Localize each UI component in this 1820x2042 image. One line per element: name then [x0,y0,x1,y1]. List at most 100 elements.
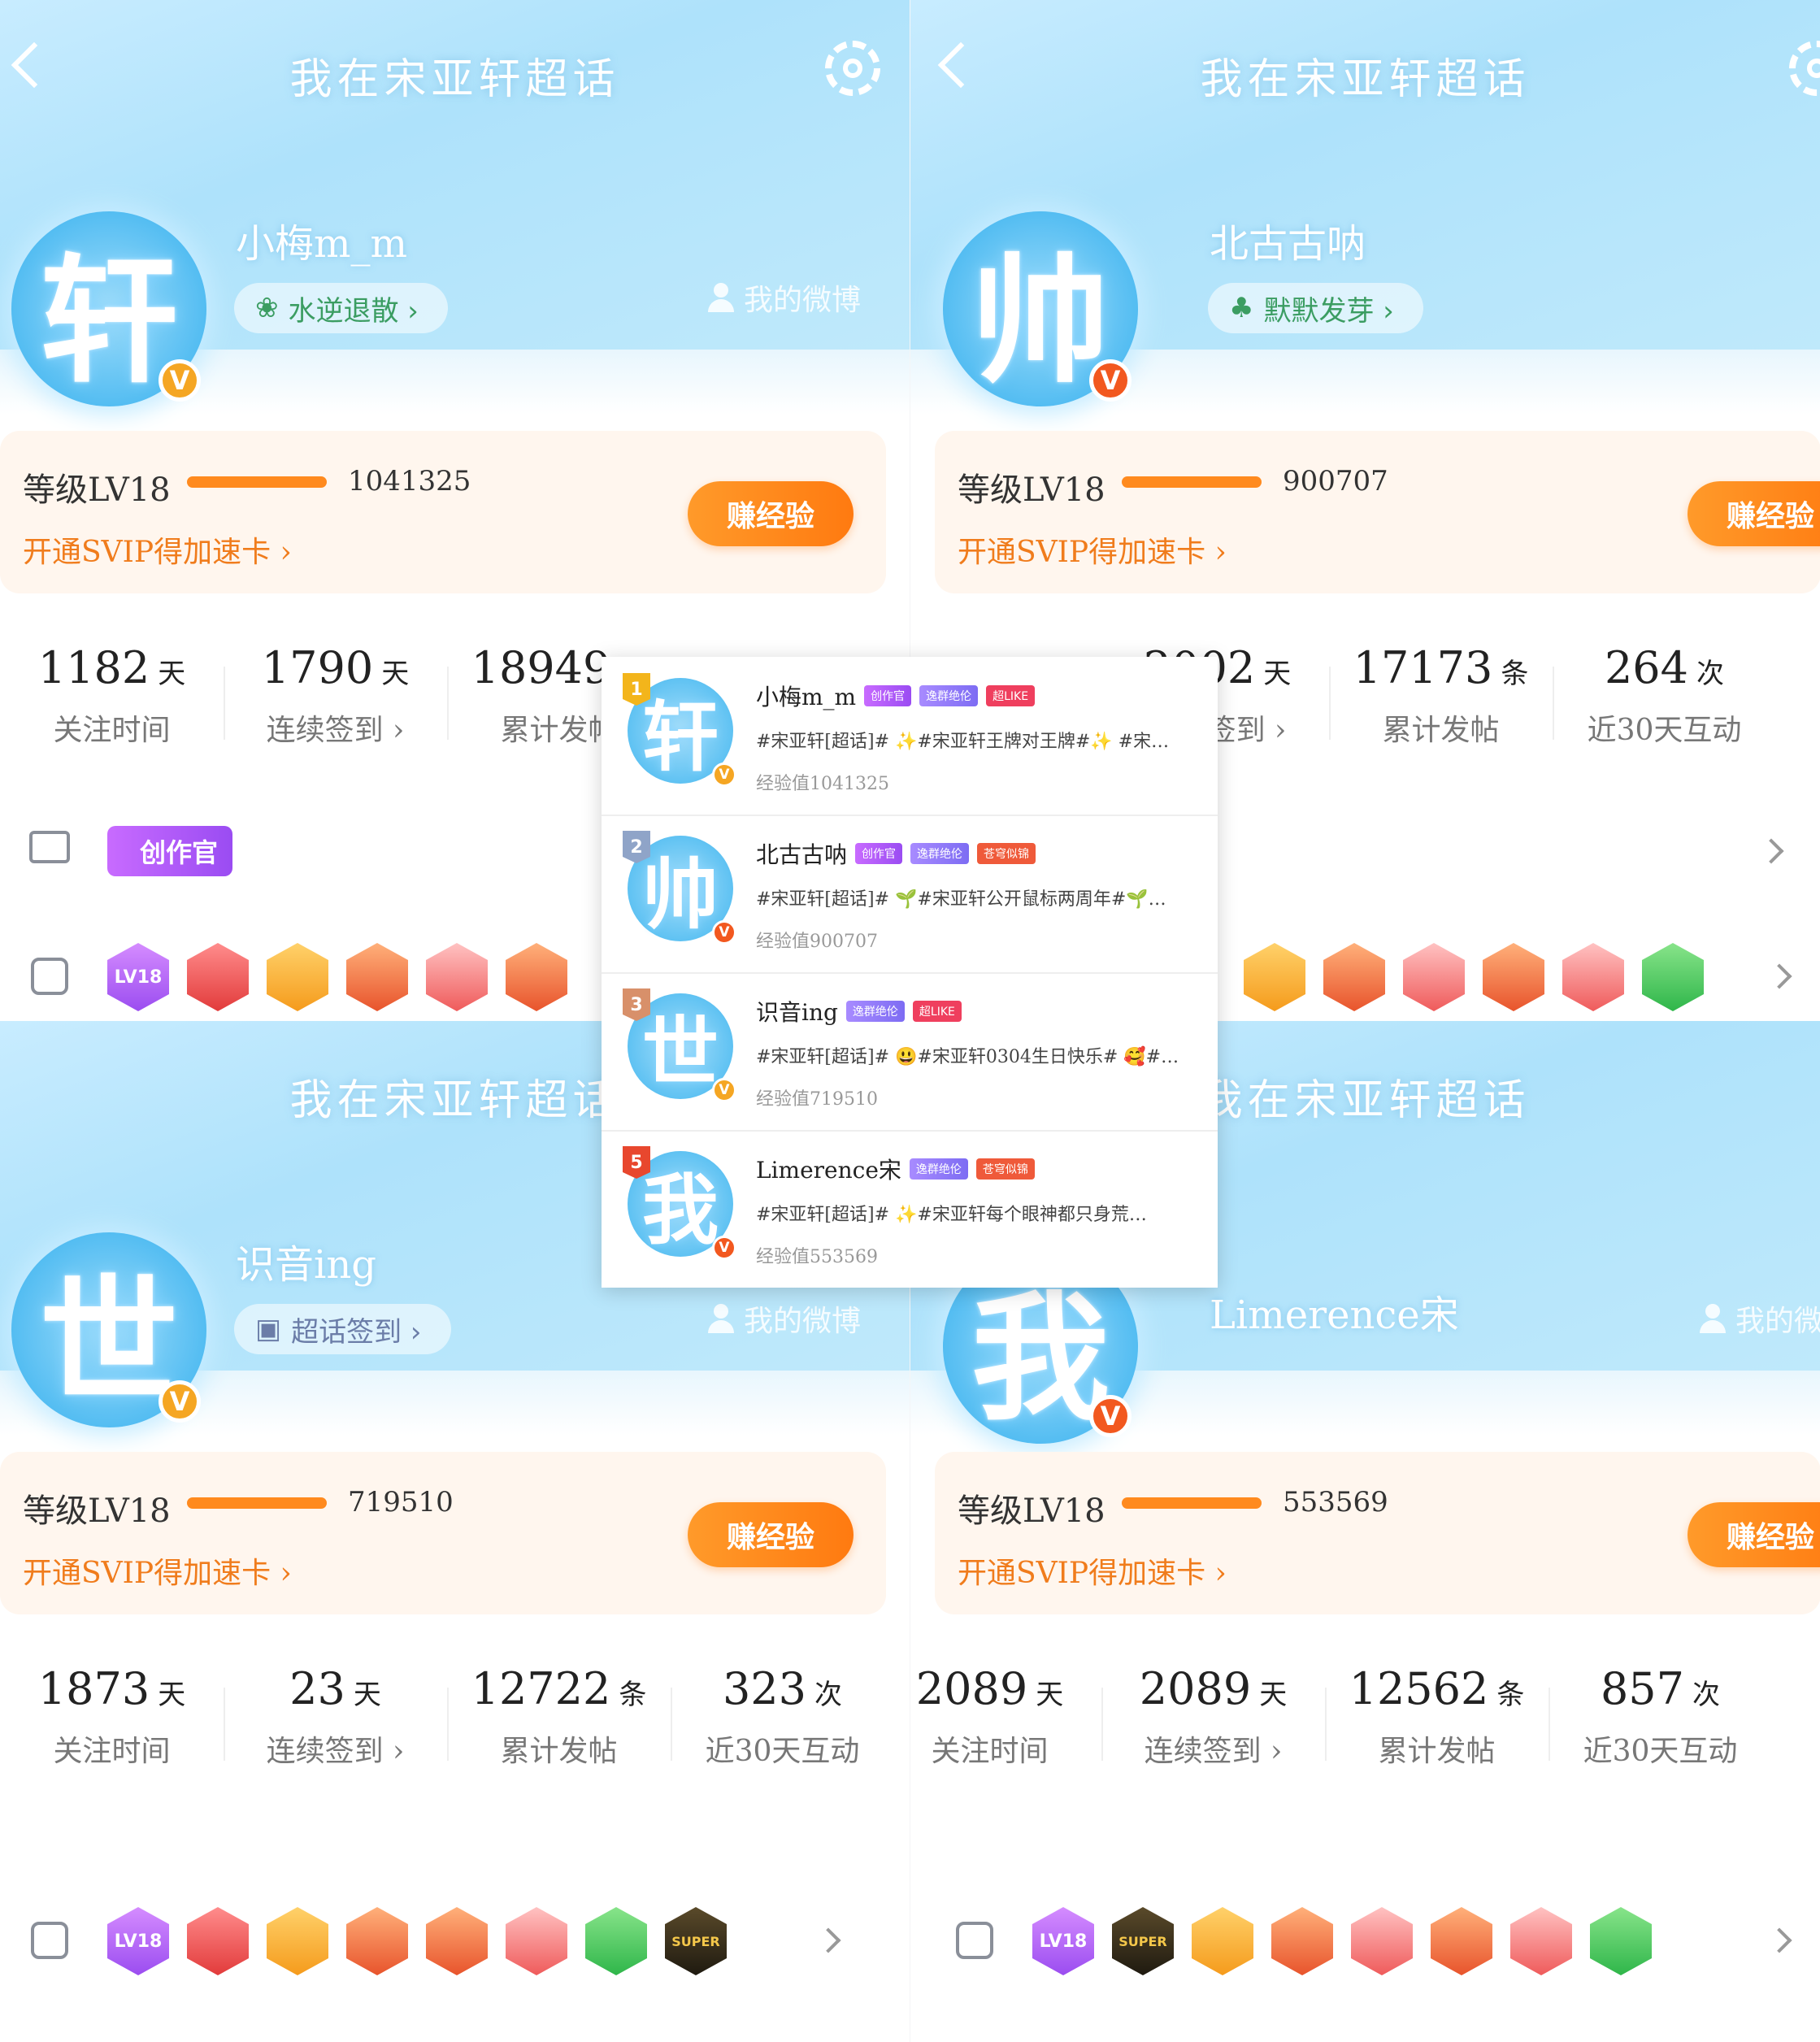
earn-exp-button[interactable]: 赚经验 [1688,481,1820,546]
medal-hand [1642,943,1704,1011]
medal-fox [346,1907,408,1975]
ranking-post: #宋亚轩[超话]# ✨#宋亚轩王牌对王牌#✨ #宋… [756,732,1170,752]
level-progress-bar [187,1497,327,1509]
ranking-exp: 经验值553569 [756,1247,878,1267]
stat-checkin-days[interactable]: 23 天 连续签到 › [224,1663,447,1810]
badge-yiqun: 逸群绝伦 [909,1158,968,1180]
my-weibo-label: 我的微博 [1735,1305,1820,1338]
my-weibo-link[interactable]: 我的微博 [1698,1297,1820,1340]
medal-rabbit [506,1907,567,1975]
stat-checkin-days[interactable]: 2089 天 连续签到 › [1101,1663,1325,1810]
medal-wall-icon [31,1922,68,1959]
medal-row[interactable]: LV18 SUPER [0,1899,902,1988]
level-progress-bar [187,476,327,488]
medal-trophy [187,1907,249,1975]
stat-label: 关注时间 [53,714,171,747]
stat-interactions: 323 次 近30天互动 [671,1663,894,1810]
medal-lv18: LV18 [1032,1907,1094,1975]
status-tag[interactable]: ♣ 默默发芽 › [1208,283,1423,333]
medal-fire-fox [1431,1907,1492,1975]
stat-unit: 条 [1501,658,1529,690]
page-title: 我在宋亚轩超话 [1200,55,1531,104]
chevron-right-icon [1766,963,1792,989]
verified-icon: V [1089,1395,1132,1437]
creator-badge[interactable]: 创作官 [107,826,233,876]
svip-link[interactable]: 开通SVIP得加速卡 › [23,528,292,571]
ranking-item[interactable]: 帅 2 V 北古古呐 创作官 逸群绝伦 苍穹似锦 #宋亚轩[超话]# 🌱#宋亚轩… [602,815,1218,974]
lotus-icon: ❀ [255,292,279,324]
verified-icon: V [1089,359,1132,402]
stat-checkin-days[interactable]: 1790 天 连续签到 › [224,642,447,789]
my-weibo-link[interactable]: 我的微博 [706,276,861,319]
medal-crown [267,1907,328,1975]
stat-value: 1182 [37,642,150,693]
stat-unit: 条 [619,1679,647,1711]
medal-trophy [187,943,249,1011]
ranking-item[interactable]: 世 3 V 识音ing 逸群绝伦 超LIKE #宋亚轩[超话]# 😃#宋亚轩03… [602,972,1218,1132]
level-label: 等级LV18 [958,471,1105,509]
status-tag-label: 默默发芽 › [1263,294,1394,328]
svip-link[interactable]: 开通SVIP得加速卡 › [958,528,1227,571]
ranking-item[interactable]: 轩 1 V 小梅m_m 创作官 逸群绝伦 超LIKE #宋亚轩[超话]# ✨#宋… [602,657,1218,816]
stat-value: 12722 [471,1663,611,1714]
stat-label: 关注时间 [53,1735,171,1768]
medal-fire-fox [426,1907,488,1975]
stat-label: 近30天互动 [705,1735,860,1768]
medal-super: SUPER [665,1907,727,1975]
calendar-icon: ▣ [255,1313,282,1345]
gear-icon[interactable] [825,41,880,96]
level-label: 等级LV18 [23,471,171,509]
sprout-icon: ♣ [1229,292,1254,324]
stat-unit: 天 [1259,1679,1288,1711]
level-label: 等级LV18 [23,1492,171,1530]
level-exp: 900707 [1283,465,1388,497]
ranking-username: 北古古呐 [756,841,848,868]
medal-crown [267,943,328,1011]
earn-exp-button[interactable]: 赚经验 [688,481,854,546]
level-label: 等级LV18 [958,1492,1105,1530]
checkin-tag[interactable]: ▣ 超话签到 › [234,1304,451,1354]
medal-crown [1192,1907,1253,1975]
status-tag[interactable]: ❀ 水逆退散 › [234,283,448,333]
medal-row[interactable]: LV18 SUPER [910,1899,1813,1988]
stat-value: 1790 [261,642,374,693]
person-icon [1698,1304,1727,1333]
username: 识音ing [236,1242,376,1288]
badge-huanjing: 苍穹似锦 [977,843,1036,864]
stat-posts: 12722 条 累计发帖 [447,1663,671,1810]
svip-link[interactable]: 开通SVIP得加速卡 › [958,1549,1227,1592]
earn-exp-button[interactable]: 赚经验 [1688,1502,1820,1567]
verified-icon: V [712,920,736,945]
svip-link[interactable]: 开通SVIP得加速卡 › [23,1549,292,1592]
chevron-right-icon [1766,1927,1792,1953]
stat-value: 18949 [471,642,611,693]
stat-value: 12562 [1349,1663,1489,1714]
stat-follow-days: 2089 天 关注时间 [910,1663,1101,1810]
medal-fire-fox [506,943,567,1011]
medal-fox [1323,943,1385,1011]
stat-posts: 17173 条 累计发帖 [1329,642,1553,789]
my-weibo-label: 我的微博 [743,1305,861,1338]
medal-rabbit [1562,943,1624,1011]
earn-exp-button[interactable]: 赚经验 [688,1502,854,1567]
level-exp: 1041325 [348,465,471,497]
stat-follow-days: 1182 天 关注时间 [0,642,224,789]
ranking-item[interactable]: 我 5 V Limerence宋 逸群绝伦 苍穹似锦 #宋亚轩[超话]# ✨#宋… [602,1130,1218,1288]
medal-rabbit [1510,1907,1572,1975]
stat-follow-days: 1873 天 关注时间 [0,1663,224,1810]
stat-value: 323 [722,1663,807,1714]
chevron-right-icon [815,1927,841,1953]
stat-interactions: 857 次 近30天互动 [1549,1663,1772,1810]
medal-fire-fox [1483,943,1544,1011]
person-icon [706,1304,736,1333]
stat-value: 23 [289,1663,345,1714]
badge-yiqun: 逸群绝伦 [919,685,979,706]
level-card: 等级LV18 1041325 开通SVIP得加速卡 › 赚经验 [0,431,886,593]
stat-value: 17173 [1353,642,1493,693]
stat-unit: 次 [1696,658,1725,690]
stat-label: 累计发帖 [1378,1735,1496,1768]
medal-bear [1403,943,1465,1011]
ranking-popup: 轩 1 V 小梅m_m 创作官 逸群绝伦 超LIKE #宋亚轩[超话]# ✨#宋… [602,657,1218,1288]
my-weibo-link[interactable]: 我的微博 [706,1297,861,1340]
ranking-exp: 经验值900707 [756,932,878,952]
